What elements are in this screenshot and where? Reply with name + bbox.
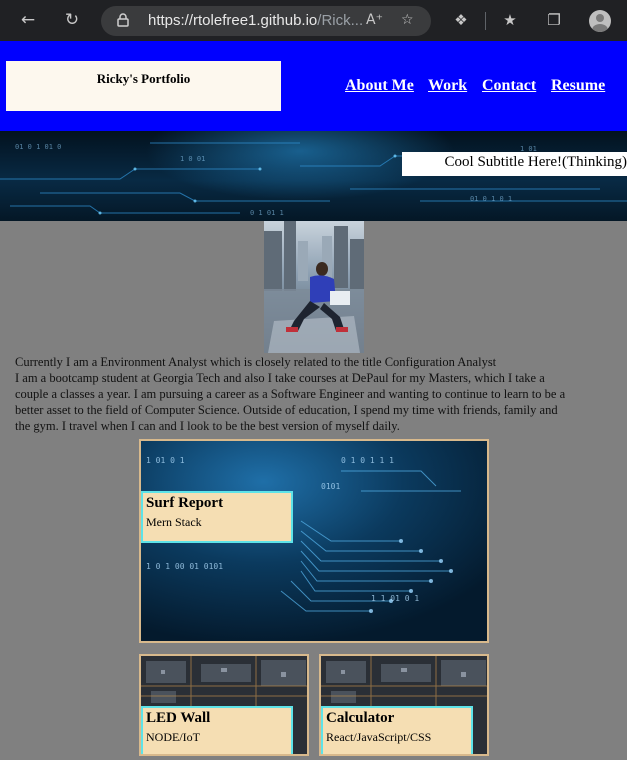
- address-bar[interactable]: https://rtolefree1.github.io/Rick... A⁺ …: [101, 6, 431, 36]
- bio-paragraph: I am a bootcamp student at Georgia Tech …: [15, 371, 566, 433]
- project-subtitle: React/JavaScript/CSS: [326, 730, 432, 744]
- svg-text:0 1 0 1 1 1: 0 1 0 1 1 1: [341, 456, 394, 465]
- svg-text:01 0 1 01 0: 01 0 1 01 0: [15, 143, 61, 151]
- project-title: Calculator: [326, 710, 395, 726]
- add-favorite-icon[interactable]: ☆: [401, 12, 414, 28]
- project-card-surf-report[interactable]: 1 01 0 1 0 1 0 1 1 1 1 0 1 00 01 0101 01…: [139, 439, 489, 643]
- bio-section: Currently I am a Environment Analyst whi…: [15, 354, 575, 434]
- brand-title: Ricky's Portfolio: [96, 71, 191, 86]
- svg-text:1 01 0 1: 1 01 0 1: [146, 456, 185, 465]
- project-label-led-wall: LED Wall NODE/IoT: [141, 706, 293, 754]
- url-text: https://rtolefree1.github.io/Rick...: [148, 12, 364, 29]
- favorites-icon[interactable]: ★: [500, 10, 520, 30]
- circuit-banner-image: 01 0 1 01 0 1 0 01 0 1 01 1 01 0 1 0 1 1…: [0, 142, 627, 217]
- project-label-surf-report: Surf Report Mern Stack: [141, 491, 293, 543]
- project-label-calculator: Calculator React/JavaScript/CSS: [321, 706, 473, 754]
- back-arrow-icon[interactable]: ←: [17, 9, 39, 31]
- toolbar-divider: [485, 12, 486, 30]
- brand-box: Ricky's Portfolio: [6, 61, 281, 111]
- svg-text:01 0 1 0 1: 01 0 1 0 1: [470, 195, 512, 203]
- project-card-calculator[interactable]: Calculator React/JavaScript/CSS: [319, 654, 489, 756]
- profile-avatar-icon[interactable]: [589, 10, 611, 32]
- bio-line-1: Currently I am a Environment Analyst whi…: [15, 355, 497, 369]
- lock-icon: [117, 13, 129, 27]
- project-title: LED Wall: [146, 710, 211, 726]
- project-subtitle: NODE/IoT: [146, 730, 200, 744]
- extensions-icon[interactable]: ❖: [451, 10, 471, 30]
- nav-link-contact[interactable]: Contact: [482, 77, 536, 95]
- project-title: Surf Report: [146, 495, 224, 511]
- svg-text:1 1 01 0 1: 1 1 01 0 1: [371, 594, 419, 603]
- project-card-led-wall[interactable]: LED Wall NODE/IoT: [139, 654, 309, 756]
- project-subtitle: Mern Stack: [146, 515, 202, 529]
- nav-link-resume[interactable]: Resume: [551, 77, 605, 95]
- nav-link-work[interactable]: Work: [428, 77, 467, 95]
- nav-link-about-me[interactable]: About Me: [345, 77, 414, 95]
- read-aloud-icon[interactable]: A⁺: [366, 12, 383, 28]
- svg-text:1 0 01: 1 0 01: [180, 155, 205, 163]
- browser-toolbar: ← ↻ https://rtolefree1.github.io/Rick...…: [0, 0, 627, 41]
- site-header: Ricky's Portfolio About Me Work Contact …: [0, 41, 627, 131]
- collections-icon[interactable]: ❐: [544, 10, 564, 30]
- hero-banner: 01 0 1 01 0 1 0 01 0 1 01 1 01 0 1 0 1 1…: [0, 131, 627, 221]
- svg-text:0 1 01 1: 0 1 01 1: [250, 209, 284, 217]
- hero-subtitle: Cool Subtitle Here!(Thinking): [444, 154, 627, 170]
- refresh-icon[interactable]: ↻: [61, 9, 83, 31]
- svg-text:1 0 1 00 01 0101: 1 0 1 00 01 0101: [146, 562, 223, 571]
- subtitle-box: Cool Subtitle Here!(Thinking): [402, 152, 627, 176]
- svg-text:0101: 0101: [321, 482, 340, 491]
- profile-photo: [264, 221, 364, 353]
